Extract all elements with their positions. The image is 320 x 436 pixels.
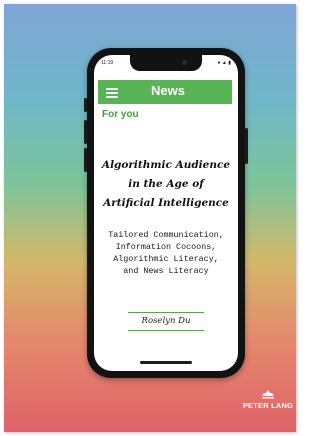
author-divider-bottom (128, 330, 204, 331)
phone-side-button (84, 98, 87, 112)
phone-power-button (245, 128, 248, 164)
publisher-mark: PETER LANG (240, 390, 296, 410)
book-author: Roselyn Du (141, 316, 191, 326)
phone-volume-down-button (84, 148, 87, 172)
book-title-line: in the Age of (128, 178, 204, 190)
status-time: 11:19 (101, 60, 114, 66)
news-app-bar: News (98, 80, 232, 104)
phone-mockup: 11:19 ● ▲ ▮ News For you Algorithmic Aud… (84, 48, 248, 378)
phone-screen: 11:19 ● ▲ ▮ News For you Algorithmic Aud… (94, 55, 238, 371)
hamburger-menu-icon[interactable] (106, 88, 118, 98)
book-title-line: Artificial Intelligence (103, 197, 229, 209)
status-icons: ● ▲ ▮ (217, 60, 232, 66)
book-subtitle-line: Information Cocoons, (115, 242, 217, 252)
book-title-line: Algorithmic Audience (101, 159, 231, 171)
book-subtitle-line: Algorithmic Literacy, (113, 254, 219, 264)
phone-volume-up-button (84, 120, 87, 144)
book-cover: 11:19 ● ▲ ▮ News For you Algorithmic Aud… (4, 4, 296, 432)
book-subtitle: Tailored Communication, Information Coco… (96, 229, 236, 277)
peter-lang-logo-icon (262, 390, 274, 399)
book-subtitle-line: and News Literacy (123, 266, 209, 276)
book-subtitle-line: Tailored Communication, (108, 230, 224, 240)
book-title: Algorithmic Audience in the Age of Artif… (98, 156, 234, 213)
author-divider-top (128, 312, 204, 313)
app-bar-title: News (151, 83, 185, 98)
publisher-name: PETER LANG (242, 401, 294, 410)
status-bar: 11:19 ● ▲ ▮ (101, 60, 231, 68)
home-indicator (140, 361, 192, 364)
section-label-for-you[interactable]: For you (102, 109, 139, 120)
